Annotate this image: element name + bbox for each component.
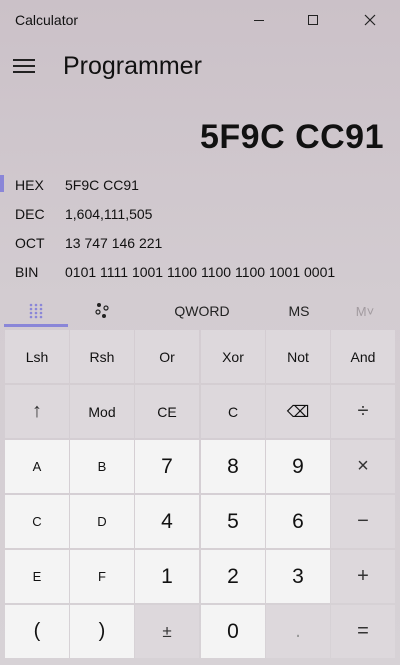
mode-title: Programmer (63, 52, 202, 80)
app-title: Calculator (15, 12, 79, 28)
or-button[interactable]: Or (135, 330, 199, 383)
base-row-bin[interactable]: BIN 0101 1111 1001 1100 1100 1100 1001 0… (0, 257, 400, 285)
hamburger-line (13, 71, 35, 73)
base-value: 1,604,111,505 (65, 206, 153, 222)
hex-b-button[interactable]: B (70, 440, 134, 493)
xor-button[interactable]: Xor (201, 330, 265, 383)
minimize-button[interactable] (236, 0, 282, 40)
memory-store-button[interactable]: MS (270, 296, 328, 326)
shift-up-arrow-button[interactable]: ↑ (5, 385, 69, 438)
hex-d-button[interactable]: D (70, 495, 134, 548)
memory-dropdown-button: M˅ (355, 303, 375, 319)
rsh-button[interactable]: Rsh (70, 330, 134, 383)
add-button[interactable]: + (331, 550, 395, 603)
hex-a-button[interactable]: A (5, 440, 69, 493)
digit-6-button[interactable]: 6 (266, 495, 330, 548)
display-value: 5F9C CC91 (199, 118, 384, 156)
bit-toggle-icon (95, 303, 109, 318)
divide-button[interactable]: ÷ (331, 385, 395, 438)
digit-3-button[interactable]: 3 (266, 550, 330, 603)
minimize-icon (254, 19, 264, 21)
close-button[interactable] (347, 0, 393, 40)
digit-8-button[interactable]: 8 (201, 440, 265, 493)
clear-button[interactable]: C (201, 385, 265, 438)
maximize-button[interactable] (290, 0, 336, 40)
mod-button[interactable]: Mod (70, 385, 134, 438)
negate-button[interactable]: ± (135, 605, 199, 658)
digit-0-button[interactable]: 0 (201, 605, 265, 658)
clear-entry-button[interactable]: CE (135, 385, 199, 438)
active-base-indicator (0, 175, 4, 192)
close-icon (364, 14, 376, 26)
title-bar: Calculator (0, 0, 400, 40)
calculator-window: Calculator Programmer 5F9C CC91 HEX 5F9C… (0, 0, 400, 665)
base-row-hex[interactable]: HEX 5F9C CC91 (0, 170, 400, 198)
base-value: 5F9C CC91 (65, 177, 139, 193)
hex-c-button[interactable]: C (5, 495, 69, 548)
keypad-grid-icon (29, 303, 43, 319)
base-label: OCT (15, 235, 45, 251)
subtract-button[interactable]: − (331, 495, 395, 548)
word-size-button[interactable]: QWORD (150, 296, 254, 326)
digit-7-button[interactable]: 7 (135, 440, 199, 493)
decimal-button: . (266, 605, 330, 658)
base-label: BIN (15, 264, 39, 280)
digit-5-button[interactable]: 5 (201, 495, 265, 548)
base-row-dec[interactable]: DEC 1,604,111,505 (0, 199, 400, 227)
not-button[interactable]: Not (266, 330, 330, 383)
and-button[interactable]: And (331, 330, 395, 383)
bit-toggling-keypad-tab[interactable] (70, 296, 134, 326)
open-paren-button[interactable]: ( (5, 605, 69, 658)
backspace-button[interactable]: ⌫ (266, 385, 330, 438)
base-label: HEX (15, 177, 44, 193)
equals-button[interactable]: = (331, 605, 395, 658)
maximize-icon (308, 15, 318, 25)
base-value: 13 747 146 221 (65, 235, 163, 251)
hamburger-line (13, 65, 35, 67)
hex-e-button[interactable]: E (5, 550, 69, 603)
active-tab-underline (4, 324, 68, 327)
keypad: Lsh Rsh Or Xor Not And ↑ Mod CE C ⌫ ÷ A … (4, 330, 396, 662)
digit-4-button[interactable]: 4 (135, 495, 199, 548)
digit-1-button[interactable]: 1 (135, 550, 199, 603)
base-label: DEC (15, 206, 45, 222)
hamburger-menu-icon[interactable] (13, 57, 37, 75)
full-keypad-tab[interactable] (4, 296, 68, 326)
base-row-oct[interactable]: OCT 13 747 146 221 (0, 228, 400, 256)
lsh-button[interactable]: Lsh (5, 330, 69, 383)
digit-9-button[interactable]: 9 (266, 440, 330, 493)
hamburger-line (13, 59, 35, 61)
digit-2-button[interactable]: 2 (201, 550, 265, 603)
hex-f-button[interactable]: F (70, 550, 134, 603)
multiply-button[interactable]: × (331, 440, 395, 493)
base-value: 0101 1111 1001 1100 1100 1100 1001 0001 (65, 264, 336, 280)
close-paren-button[interactable]: ) (70, 605, 134, 658)
